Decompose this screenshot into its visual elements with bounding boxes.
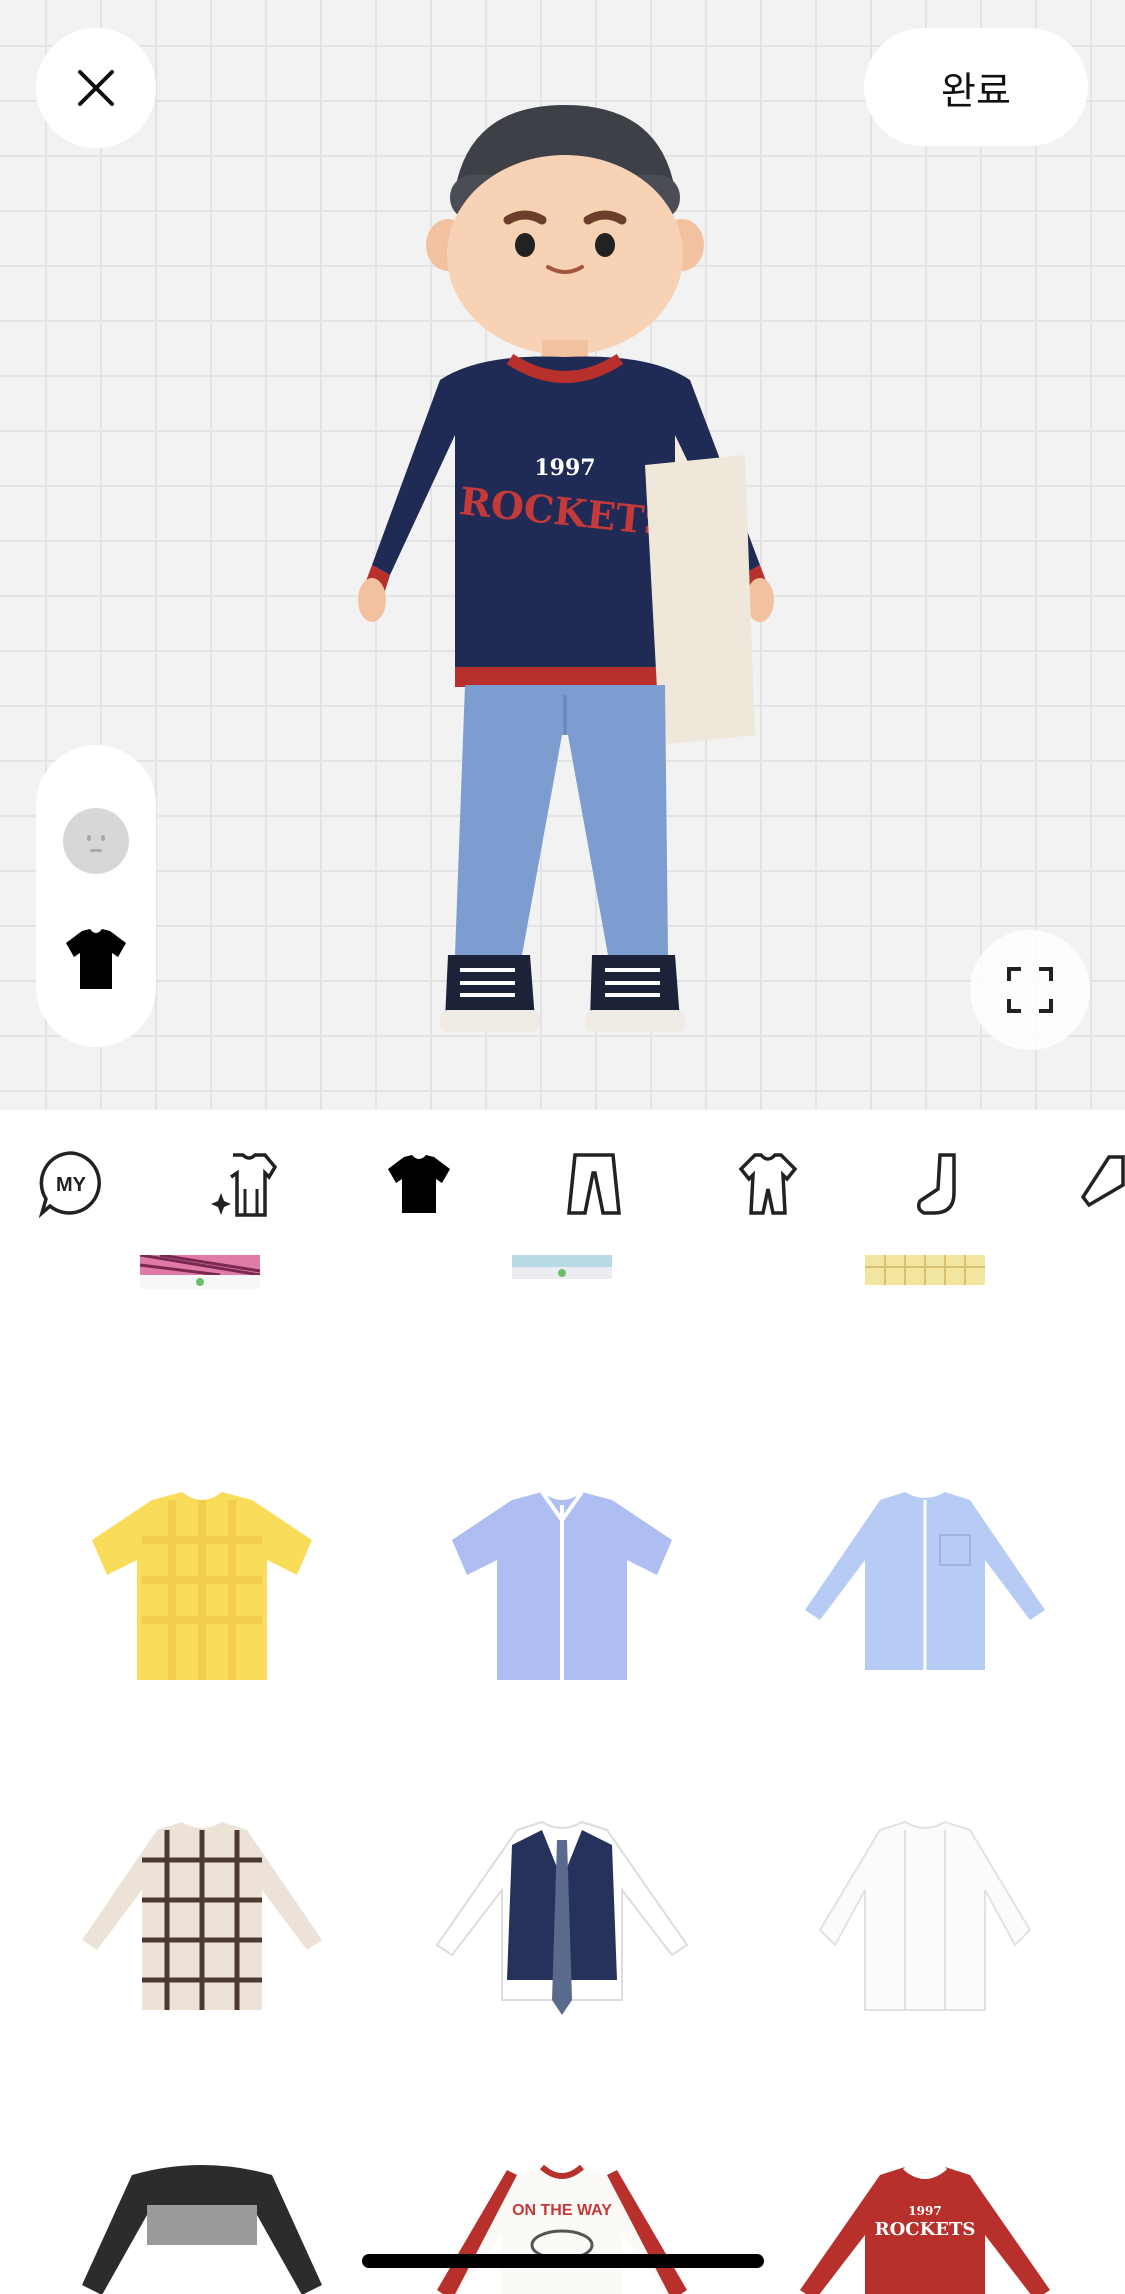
item-vest-with-tie-shirt[interactable] <box>432 1810 692 2030</box>
item-pink-check-shirt[interactable] <box>70 1255 330 1295</box>
tab-pants[interactable] <box>558 1148 630 1220</box>
tab-tops[interactable] <box>383 1148 455 1220</box>
item-blue-short-sleeve-shirt[interactable] <box>432 1480 692 1700</box>
tab-my[interactable]: MY <box>35 1148 107 1220</box>
sweater-year: 1997 <box>534 455 595 481</box>
raglan-text: ON THE WAY <box>512 2202 612 2219</box>
pants-icon <box>567 1153 621 1215</box>
item-black-cropped-top[interactable] <box>72 2155 332 2294</box>
my-icon: MY <box>38 1151 101 1219</box>
tab-shoes[interactable] <box>1078 1148 1125 1220</box>
sweater-item-year: 1997 <box>908 2204 941 2218</box>
tab-socks[interactable] <box>905 1148 977 1220</box>
onepiece-icon <box>738 1153 798 1215</box>
done-button[interactable]: 완료 <box>864 28 1088 146</box>
view-toggle <box>36 745 156 1047</box>
tshirt-icon <box>388 1155 450 1213</box>
item-rockets-sweater[interactable]: 1997 ROCKETS <box>795 2155 1055 2294</box>
tab-onepiece[interactable] <box>732 1148 804 1220</box>
item-yellow-check-shirt[interactable] <box>72 1480 332 1700</box>
home-indicator[interactable] <box>362 2254 764 2268</box>
fullscreen-icon <box>1007 967 1053 1013</box>
item-plaid-long-sleeve-shirt[interactable] <box>72 1810 332 2030</box>
shirt-icon[interactable] <box>60 923 132 995</box>
avatar-stage: 완료 1997 ROCKETS <box>0 0 1125 1110</box>
sweater-item-text: ROCKETS <box>875 2219 976 2240</box>
item-white-open-shirt[interactable] <box>795 1810 1055 2030</box>
outfit-sparkle-icon <box>211 1153 278 1217</box>
face-icon[interactable] <box>62 807 130 875</box>
category-tabbar: MY <box>0 1110 1125 1255</box>
item-blue-long-sleeve-shirt[interactable] <box>795 1480 1055 1700</box>
close-icon <box>78 70 114 106</box>
sock-icon <box>916 1153 956 1215</box>
item-on-the-way-raglan[interactable]: ON THE WAY <box>432 2155 692 2294</box>
item-yellow-shirt-top[interactable] <box>795 1255 1055 1295</box>
close-button[interactable] <box>36 28 156 148</box>
fullscreen-button[interactable] <box>970 930 1090 1050</box>
item-mint-check-shirt[interactable] <box>432 1255 692 1295</box>
svg-text:MY: MY <box>56 1174 87 1196</box>
tab-outfit[interactable] <box>210 1148 282 1220</box>
item-grid: ON THE WAY 1997 ROCKETS <box>0 1255 1125 2294</box>
avatar-figure[interactable]: 1997 ROCKETS <box>330 95 800 1055</box>
shoe-icon <box>1080 1155 1125 1208</box>
